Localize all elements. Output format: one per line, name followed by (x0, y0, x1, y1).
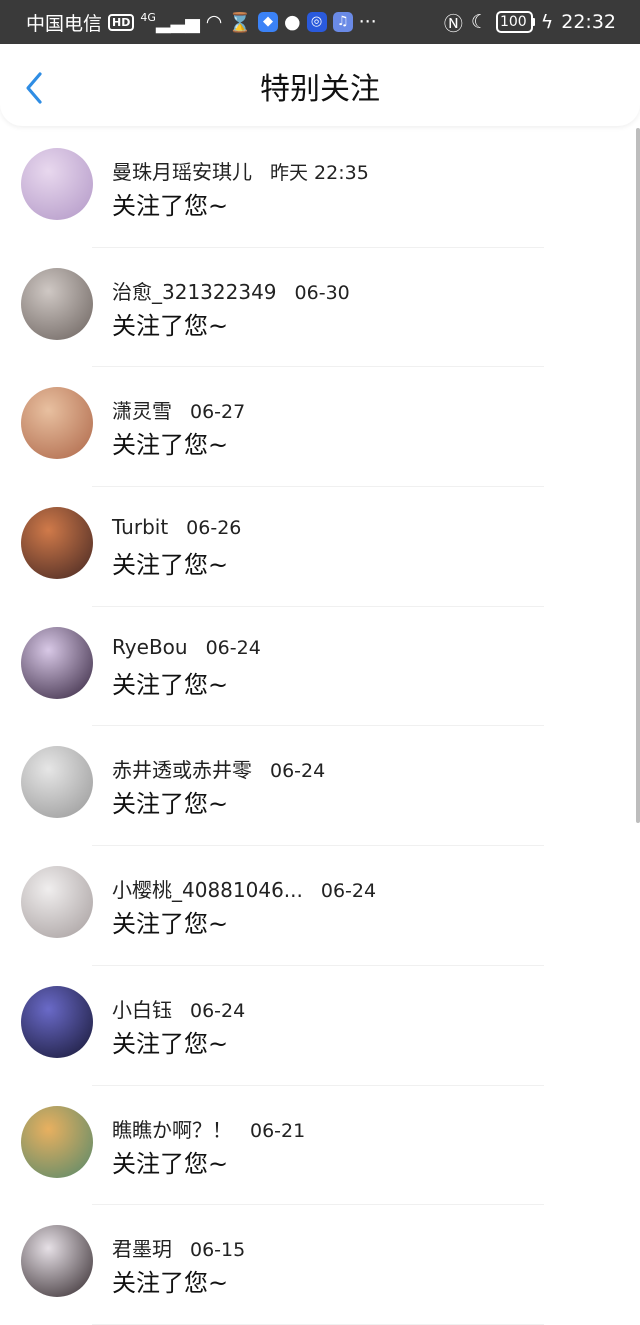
hourglass-icon: ⌛ (228, 11, 252, 34)
shield-app-icon: ◆ (258, 12, 278, 32)
follow-date: 06-26 (186, 517, 242, 540)
music-app-icon: ♫ (332, 12, 353, 32)
name-line: Turbit 06-26 (112, 515, 241, 539)
charging-icon: ϟ (540, 11, 554, 33)
list-item[interactable]: 赤井透或赤井零 06-24 关注了您~ (0, 726, 640, 847)
follow-message: 关注了您~ (112, 311, 229, 340)
list-item[interactable]: 小樱桃_40881046... 06-24 关注了您~ (0, 846, 640, 966)
user-name[interactable]: 小樱桃_40881046... (112, 878, 303, 902)
avatar[interactable] (21, 866, 93, 939)
user-name[interactable]: 小白钰 (112, 998, 172, 1022)
list-item[interactable]: 曼珠月瑶安琪儿 昨天 22:35 关注了您~ (0, 128, 640, 248)
list-item[interactable]: 瞧瞧か啊？！ 06-21 关注了您~ (0, 1086, 640, 1206)
user-name[interactable]: 君墨玥 (112, 1237, 172, 1261)
follow-date: 06-24 (190, 999, 246, 1022)
follow-date: 昨天 22:35 (270, 162, 369, 184)
follow-message: 关注了您~ (112, 1029, 229, 1058)
clock: 22:32 (561, 11, 616, 33)
follow-message: 关注了您~ (112, 910, 229, 939)
avatar[interactable] (21, 626, 93, 699)
follow-message: 关注了您~ (112, 790, 229, 819)
user-name[interactable]: Turbit (112, 515, 168, 539)
follow-date: 06-30 (294, 281, 350, 304)
list-item[interactable]: RyeBou 06-24 关注了您~ (0, 607, 640, 727)
list-item[interactable]: Turbit 06-26 关注了您~ (0, 487, 640, 607)
user-name[interactable]: 瞧瞧か啊？！ (112, 1118, 232, 1142)
avatar[interactable] (21, 1225, 93, 1298)
name-line: 瞧瞧か啊？！ 06-21 (112, 1114, 305, 1143)
wifi-icon: ◠ (205, 11, 223, 33)
name-line: RyeBou 06-24 (112, 635, 261, 659)
avatar[interactable] (21, 148, 93, 220)
follow-message: 关注了您~ (112, 192, 229, 220)
follow-date: 06-21 (250, 1119, 306, 1142)
follow-message: 关注了您~ (112, 1149, 229, 1178)
list-item[interactable]: 潇灵雪 06-27 关注了您~ (0, 367, 640, 488)
follow-message: 关注了您~ (112, 431, 229, 460)
page-title: 特别关注 (260, 72, 380, 107)
follow-date: 06-15 (190, 1239, 246, 1262)
carrier-label: 中国电信 (26, 12, 103, 35)
follow-message: 关注了您~ (112, 1269, 229, 1298)
follow-message: 关注了您~ (112, 551, 229, 580)
avatar[interactable] (21, 507, 93, 580)
moon-icon: ☾ (470, 11, 488, 33)
user-name[interactable]: 治愈_321322349 (112, 280, 277, 304)
list-item[interactable]: 君墨玥 06-15 关注了您~ (0, 1205, 640, 1325)
signal-icon: 4G▂▃▅ (140, 10, 200, 34)
avatar[interactable] (21, 387, 93, 460)
nfc-icon: Ⓝ (443, 12, 463, 35)
follow-date: 06-24 (320, 880, 377, 903)
name-line: 小白钰 06-24 (112, 994, 245, 1023)
name-line: 君墨玥 06-15 (112, 1233, 245, 1262)
avatar[interactable] (21, 746, 93, 819)
hd-badge: HD (108, 13, 135, 31)
name-line: 赤井透或赤井零 06-24 (112, 754, 325, 783)
follow-list: 曼珠月瑶安琪儿 昨天 22:35 关注了您~ 治愈_321322349 06-30 关注了… (0, 128, 640, 1325)
user-name[interactable]: 曼珠月瑶安琪儿 (112, 160, 252, 184)
list-item[interactable]: 小白钰 06-24 关注了您~ (0, 966, 640, 1086)
follow-message: 关注了您~ (112, 670, 229, 699)
header: 特别关注 (0, 44, 640, 126)
user-name[interactable]: 潇灵雪 (112, 399, 172, 423)
follow-date: 06-24 (205, 636, 261, 659)
user-name[interactable]: RyeBou (112, 635, 188, 659)
name-line: 潇灵雪 06-27 (112, 395, 245, 424)
status-bar: 中国电信 HD 4G▂▃▅ ◠ ⌛ ◆ ● ◎ ♫ ··· Ⓝ ☾ 100 ϟ … (0, 0, 640, 44)
status-left: 中国电信 HD 4G▂▃▅ ◠ ⌛ ◆ ● ◎ ♫ ··· (26, 0, 377, 44)
follow-date: 06-24 (270, 760, 326, 783)
name-line: 曼珠月瑶安琪儿 昨天 22:35 (112, 156, 369, 185)
avatar[interactable] (21, 985, 93, 1058)
avatar[interactable] (21, 267, 93, 340)
wechat-icon: ● (284, 11, 301, 33)
user-name[interactable]: 赤井透或赤井零 (112, 758, 252, 782)
scrollbar[interactable] (636, 128, 640, 823)
follow-date: 06-27 (190, 401, 246, 424)
more-notifications-icon: ··· (358, 11, 377, 33)
status-right: Ⓝ ☾ 100 ϟ 22:32 (444, 0, 616, 44)
battery-level: 100 (499, 14, 527, 30)
name-line: 小樱桃_40881046... 06-24 (112, 874, 376, 903)
name-line: 治愈_321322349 06-30 (112, 276, 350, 305)
list-item[interactable]: 治愈_321322349 06-30 关注了您~ (0, 248, 640, 368)
bulb-app-icon: ◎ (306, 12, 327, 32)
battery-icon: 100 (495, 11, 533, 33)
avatar[interactable] (21, 1105, 93, 1178)
